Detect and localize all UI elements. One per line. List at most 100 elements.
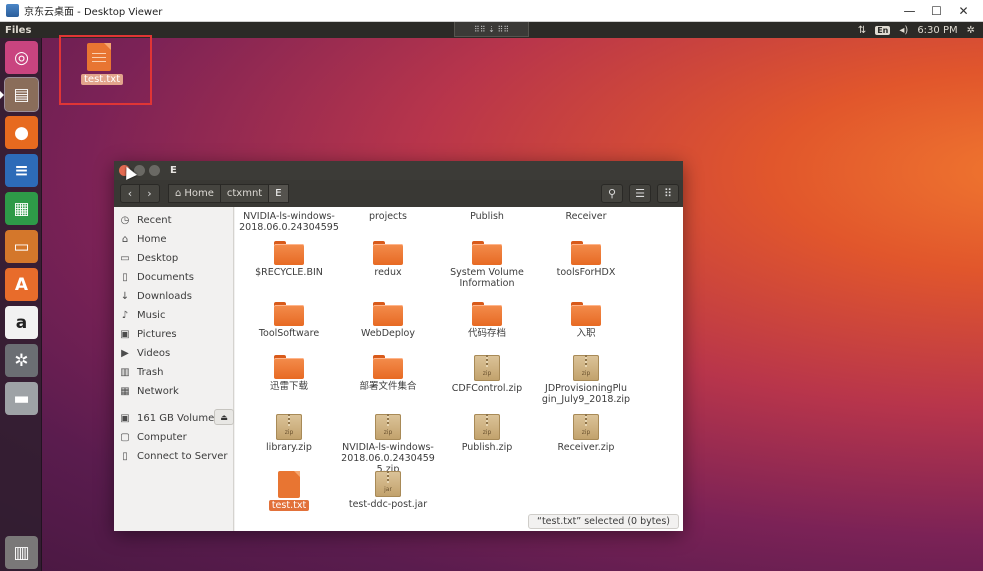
window-title: E [170, 165, 177, 176]
sidebar-item-connect-to-server[interactable]: ▯ Connect to Server [114, 447, 234, 465]
sidebar-item-recent[interactable]: ◷ Recent [114, 211, 234, 229]
file-item[interactable]: NVIDIA-ls-windows- 2018.06.0.24304595 [239, 209, 339, 233]
libreoffice-impress-glyph: ▭ [13, 236, 30, 257]
breadcrumb-home[interactable]: ⌂ Home [168, 184, 221, 203]
search-icon[interactable]: ⚲ [601, 184, 623, 203]
volume-icon[interactable]: ◂) [899, 25, 908, 36]
file-item[interactable]: 代码存档 [438, 302, 536, 339]
sidebar-item-documents[interactable]: ▯ Documents [114, 268, 234, 286]
sidebar-item-label: Desktop [137, 252, 179, 264]
eject-icon[interactable]: ⏏ [214, 409, 234, 425]
viewer-app-icon [6, 4, 19, 17]
breadcrumb-home-label: Home [184, 188, 214, 199]
breadcrumb-current[interactable]: E [269, 184, 289, 203]
launcher-software-center-icon[interactable]: A [5, 268, 38, 301]
file-item[interactable]: zip CDFControl.zip [438, 355, 536, 394]
sidebar-item-computer[interactable]: ▢ Computer [114, 428, 234, 446]
launcher-system-settings-icon[interactable]: ✲ [5, 344, 38, 377]
file-item[interactable]: 入职 [537, 302, 635, 339]
sidebar-item-pictures[interactable]: ▣ Pictures [114, 325, 234, 343]
power-gear-icon[interactable]: ✲ [967, 25, 975, 36]
zip-tag: zip [383, 429, 393, 436]
sidebar-item-label: Recent [137, 214, 172, 226]
launcher-libreoffice-writer-icon[interactable]: ≡ [5, 154, 38, 187]
launcher-trash-icon[interactable]: ▥ [5, 536, 38, 569]
sidebar-item-label: Pictures [137, 328, 177, 340]
active-app-name[interactable]: Files [5, 25, 31, 36]
viewer-titlebar: 京东云桌面 - Desktop Viewer — ☐ ✕ [0, 0, 983, 22]
file-item[interactable]: WebDeploy [339, 302, 437, 339]
launcher-files-icon[interactable]: ▤ [0, 77, 39, 112]
file-item[interactable]: 部署文件集合 [339, 355, 437, 392]
minimize-button[interactable]: — [896, 0, 923, 22]
launcher-libreoffice-calc-icon[interactable]: ▦ [5, 192, 38, 225]
file-item[interactable]: redux [339, 241, 437, 278]
file-item[interactable]: zip Publish.zip [438, 414, 536, 453]
list-view-icon[interactable]: ☰ [629, 184, 651, 203]
file-item[interactable]: 迅雷下载 [240, 355, 338, 392]
launcher-amazon-icon[interactable]: a [5, 306, 38, 339]
libreoffice-calc-glyph: ▦ [13, 198, 30, 219]
folder-icon [373, 355, 403, 379]
forward-button[interactable]: › [140, 184, 160, 203]
launcher-firefox-icon[interactable]: ● [5, 116, 38, 149]
sidebar-computer-icon: ▢ [120, 431, 130, 443]
file-item[interactable]: Receiver [537, 209, 635, 222]
file-item-label: 代码存档 [467, 328, 506, 339]
sidebar-home-icon: ⌂ [121, 233, 129, 245]
viewer-toolbar-grip[interactable]: ⠿⠿ ⇣ ⠿⠿ [454, 22, 529, 37]
viewer-window-controls: — ☐ ✕ [896, 0, 977, 22]
file-item[interactable]: zip JDProvisioningPlu gin_July9_2018.zip [537, 355, 635, 405]
breadcrumb: ⌂ Home ctxmnt E [168, 184, 289, 203]
file-item[interactable]: zip library.zip [240, 414, 338, 453]
sidebar-item-home[interactable]: ⌂ Home [114, 230, 234, 248]
launcher-libreoffice-impress-icon[interactable]: ▭ [5, 230, 38, 263]
unity-launcher: ◎ ▤ ● ≡ ▦ ▭ Aa ✲ ▬ ▥ [0, 38, 42, 571]
launcher-ubuntu-dash-icon[interactable]: ◎ [5, 41, 38, 74]
file-item[interactable]: jar test-ddc-post.jar [339, 471, 437, 510]
file-item[interactable]: ToolSoftware [240, 302, 338, 339]
zip-archive-icon: zip [474, 355, 500, 381]
launcher-drive-icon[interactable]: ▬ [5, 382, 38, 415]
grid-view-icon[interactable]: ⠿ [657, 184, 679, 203]
breadcrumb-ctxmnt[interactable]: ctxmnt [220, 184, 270, 203]
file-item[interactable]: projects [339, 209, 437, 222]
sidebar-connect-to-server-icon: ▯ [122, 450, 128, 462]
network-icon[interactable]: ⇅ [858, 25, 866, 36]
file-item-selected[interactable]: test.txt [240, 471, 338, 511]
file-item[interactable]: toolsForHDX [537, 241, 635, 278]
sidebar-item-trash[interactable]: ▥ Trash [114, 363, 234, 381]
file-item[interactable]: Publish [438, 209, 536, 222]
sidebar-item-161-gb-volume[interactable]: ▣ 161 GB Volume ⏏ [114, 409, 234, 427]
trash-glyph: ▥ [13, 542, 30, 563]
jar-tag: jar [384, 486, 392, 493]
sidebar-item-music[interactable]: ♪ Music [114, 306, 234, 324]
sidebar-item-network[interactable]: ▦ Network [114, 382, 234, 400]
desktop-text-file-icon[interactable] [87, 43, 111, 71]
back-button[interactable]: ‹ [120, 184, 140, 203]
window-maximize-button[interactable] [149, 165, 160, 176]
close-button[interactable]: ✕ [950, 0, 977, 22]
maximize-button[interactable]: ☐ [923, 0, 950, 22]
sidebar-item-label: 161 GB Volume [137, 412, 215, 424]
desktop-file-label[interactable]: test.txt [81, 74, 124, 85]
file-item[interactable]: System Volume Information [438, 241, 536, 289]
folder-icon [274, 302, 304, 326]
sidebar-item-downloads[interactable]: ↓ Downloads [114, 287, 234, 305]
clock[interactable]: 6:30 PM [917, 25, 957, 36]
file-item[interactable]: $RECYCLE.BIN [240, 241, 338, 278]
sidebar: ◷ Recent ⌂ Home ▭ Desktop ▯ Documents ↓ Downloads… [114, 207, 234, 531]
file-item-label: 部署文件集合 [359, 381, 417, 392]
ubuntu-dash-glyph: ◎ [14, 47, 29, 68]
file-item[interactable]: zip Receiver.zip [537, 414, 635, 453]
zip-tag: zip [482, 370, 492, 377]
folder-icon [571, 241, 601, 265]
sidebar-item-label: Trash [137, 366, 164, 378]
sidebar-161-gb-volume-icon: ▣ [120, 412, 130, 424]
zip-tag: zip [581, 429, 591, 436]
sidebar-item-desktop[interactable]: ▭ Desktop [114, 249, 234, 267]
sidebar-item-label: Videos [137, 347, 171, 359]
keyboard-layout-indicator[interactable]: En [875, 25, 891, 35]
sidebar-item-videos[interactable]: ▶ Videos [114, 344, 234, 362]
file-item[interactable]: zip NVIDIA-ls-windows- 2018.06.0.2430459 5.… [339, 414, 437, 475]
